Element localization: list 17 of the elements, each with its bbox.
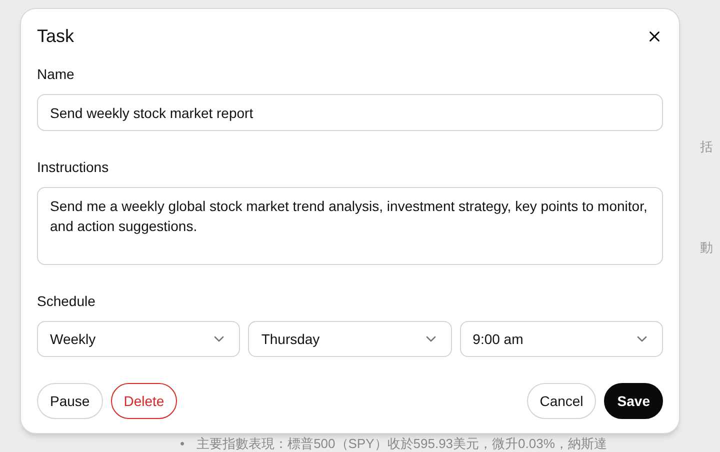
background-text: 主要指數表現：標普500（SPY）收於595.93美元，微升0.03%，納斯達 — [196, 434, 607, 452]
name-field[interactable]: Send weekly stock market report — [37, 94, 663, 131]
save-button[interactable]: Save — [604, 383, 663, 419]
schedule-select[interactable]: Thursday — [248, 321, 452, 357]
delete-button[interactable]: Delete — [110, 383, 178, 419]
instructions-field[interactable]: Send me a weekly global stock market trend analysis, investment strategy, key points to monitor, and action suggestions. — [37, 187, 663, 265]
bullet: • — [180, 434, 185, 452]
background-text: 動 — [700, 241, 714, 254]
action-button[interactable]: Cancel — [526, 383, 596, 419]
field-label: Name — [37, 65, 76, 84]
background-text: 括 — [700, 140, 714, 153]
schedule-select[interactable]: Weekly — [37, 321, 240, 357]
field-label: Instructions — [37, 158, 110, 177]
field-label: Schedule — [37, 292, 96, 311]
action-button[interactable]: Pause — [37, 383, 103, 419]
schedule-select[interactable]: 9:00 am — [460, 321, 663, 357]
dialog-title: Task — [37, 25, 74, 48]
